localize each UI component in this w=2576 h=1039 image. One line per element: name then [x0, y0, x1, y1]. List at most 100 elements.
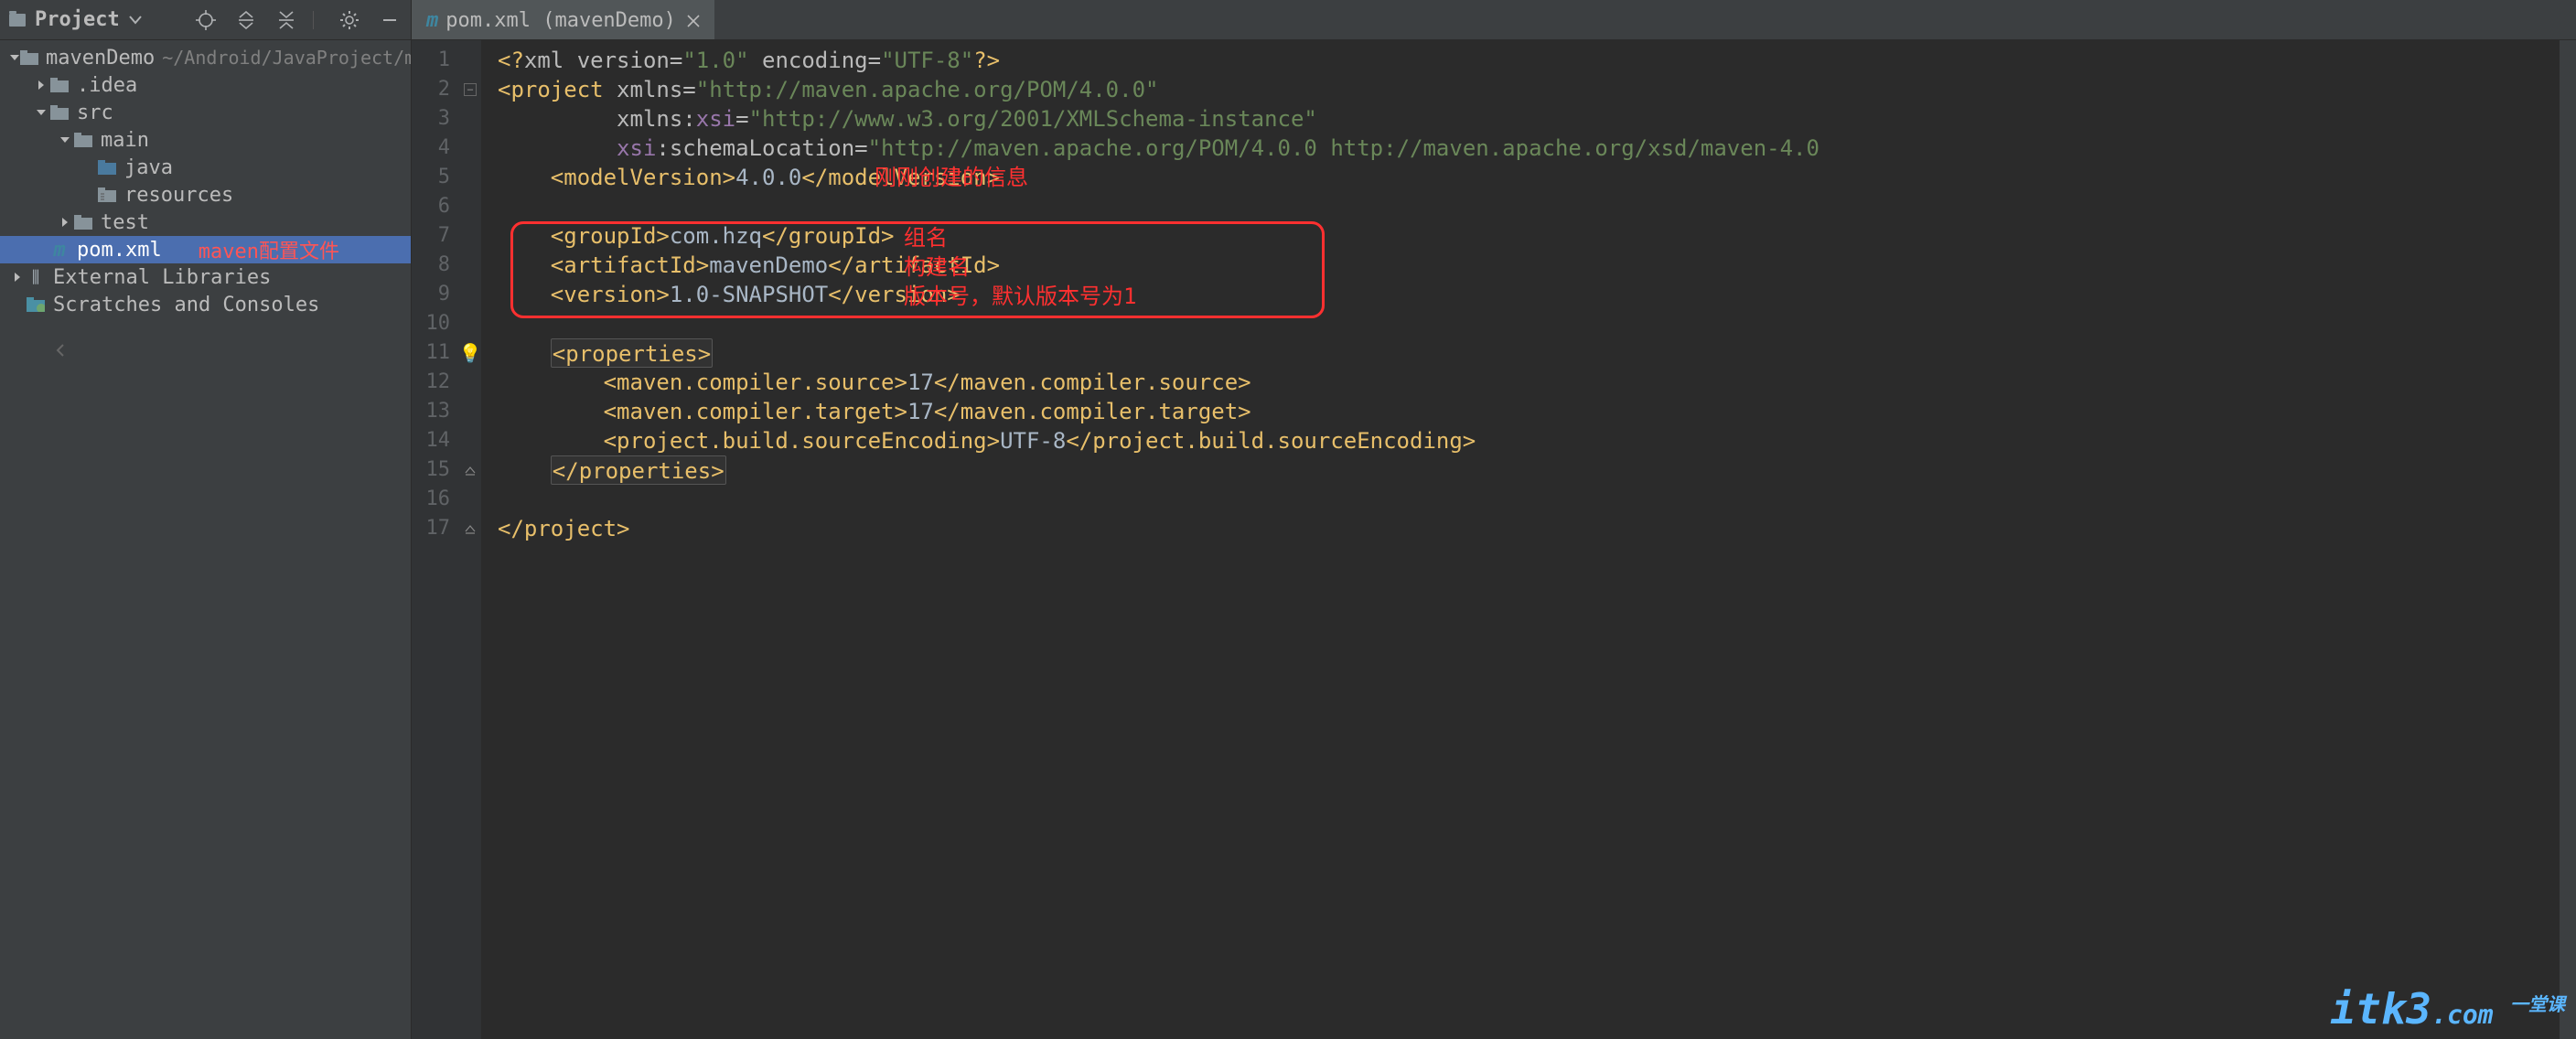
code-line[interactable]: <properties> — [498, 338, 2576, 368]
line-number: 7 — [412, 221, 450, 251]
code-line[interactable]: <artifactId>mavenDemo</artifactId> — [498, 251, 2576, 280]
code-line[interactable]: <project xmlns="http://maven.apache.org/… — [498, 75, 2576, 104]
fold-mark — [459, 280, 481, 309]
code-line[interactable] — [498, 485, 2576, 514]
tree-arrow-icon[interactable] — [33, 107, 49, 118]
folder-icon — [49, 75, 70, 95]
editor-scrollbar[interactable] — [2560, 40, 2576, 1039]
sidebar-title[interactable]: Project — [35, 8, 120, 31]
line-number: 8 — [412, 251, 450, 280]
project-sidebar: Project mavenDemo~/Android/JavaProject — [0, 0, 412, 1039]
collapse-all-icon[interactable] — [274, 8, 298, 32]
fold-mark — [459, 485, 481, 514]
locate-icon[interactable] — [194, 8, 218, 32]
code-editor[interactable]: 1234567891011121314151617 −💡 刚刚创建的信息 组名 … — [412, 40, 2576, 1039]
tree-item-mavendemo[interactable]: mavenDemo~/Android/JavaProject/mavenDem — [0, 44, 411, 71]
line-number: 12 — [412, 368, 450, 397]
tree-item-pom-xml[interactable]: m pom.xml maven配置文件 — [0, 236, 411, 263]
watermark: itk3.com 一堂课 — [2330, 984, 2565, 1034]
fold-mark[interactable]: − — [459, 75, 481, 104]
tree-item-label: .idea — [77, 74, 137, 97]
tab-pom-xml[interactable]: m pom.xml (mavenDemo) — [412, 0, 714, 39]
code-line[interactable]: <maven.compiler.target>17</maven.compile… — [498, 397, 2576, 426]
code-line[interactable]: <?xml version="1.0" encoding="UTF-8"?> — [498, 46, 2576, 75]
tree-item--idea[interactable]: .idea — [0, 71, 411, 99]
maven-file-icon: m — [426, 9, 438, 32]
fold-mark — [459, 426, 481, 455]
editor-area: m pom.xml (mavenDemo) 123456789101112131… — [412, 0, 2576, 1039]
tree-item-annotation: maven配置文件 — [199, 235, 339, 264]
line-number: 2 — [412, 75, 450, 104]
line-number: 1 — [412, 46, 450, 75]
line-number: 6 — [412, 192, 450, 221]
fold-mark[interactable] — [459, 514, 481, 543]
tree-item-src[interactable]: src — [0, 99, 411, 126]
tree-item-main[interactable]: main — [0, 126, 411, 154]
tree-item-test[interactable]: test — [0, 209, 411, 236]
fold-mark — [459, 397, 481, 426]
library-icon: ⫼ — [26, 267, 46, 287]
intention-bulb-icon[interactable]: 💡 — [459, 338, 481, 368]
folder-icon — [73, 130, 93, 150]
scratches-icon — [26, 295, 46, 315]
code-content[interactable]: 刚刚创建的信息 组名 构建名 版本号，默认版本号为1 <?xml version… — [481, 40, 2576, 1039]
code-line[interactable] — [498, 309, 2576, 338]
line-number: 4 — [412, 134, 450, 163]
code-line[interactable]: <maven.compiler.source>17</maven.compile… — [498, 368, 2576, 397]
tree-arrow-icon[interactable] — [9, 272, 26, 283]
maven-file-icon: m — [49, 240, 70, 260]
chevron-left-icon — [55, 344, 411, 357]
folder-icon — [49, 102, 70, 123]
tree-item-java[interactable]: java — [0, 154, 411, 181]
fold-mark — [459, 368, 481, 397]
fold-mark — [459, 221, 481, 251]
tree-item-label: test — [101, 211, 149, 234]
fold-mark[interactable] — [459, 455, 481, 485]
tree-item-label: src — [77, 102, 113, 124]
project-tree[interactable]: mavenDemo~/Android/JavaProject/mavenDem.… — [0, 40, 411, 1039]
close-tab-icon[interactable] — [687, 15, 700, 27]
tree-item-scratches-and-consoles[interactable]: Scratches and Consoles — [0, 291, 411, 318]
tree-arrow-icon[interactable] — [57, 217, 73, 228]
fold-mark — [459, 46, 481, 75]
tree-arrow-icon[interactable] — [33, 80, 49, 91]
tree-item-label: pom.xml — [77, 239, 162, 262]
tree-item-external-libraries[interactable]: ⫼ External Libraries — [0, 263, 411, 291]
code-line[interactable]: xmlns:xsi="http://www.w3.org/2001/XMLSch… — [498, 104, 2576, 134]
code-line[interactable]: xsi:schemaLocation="http://maven.apache.… — [498, 134, 2576, 163]
fold-mark — [459, 134, 481, 163]
fold-gutter[interactable]: −💡 — [459, 40, 481, 1039]
tree-item-resources[interactable]: resources — [0, 181, 411, 209]
code-line[interactable]: <modelVersion>4.0.0</modelVersion> — [498, 163, 2576, 192]
divider — [313, 11, 314, 29]
hide-icon[interactable] — [378, 8, 402, 32]
code-line[interactable]: <version>1.0-SNAPSHOT</version> — [498, 280, 2576, 309]
code-line[interactable]: <project.build.sourceEncoding>UTF-8</pro… — [498, 426, 2576, 455]
gear-icon[interactable] — [338, 8, 361, 32]
tree-arrow-icon[interactable] — [9, 52, 20, 63]
project-icon — [9, 14, 26, 27]
resources-folder-icon — [97, 185, 117, 205]
dropdown-icon[interactable] — [129, 16, 142, 25]
line-number: 5 — [412, 163, 450, 192]
line-number: 15 — [412, 455, 450, 485]
line-number: 17 — [412, 514, 450, 543]
tab-title: pom.xml (mavenDemo) — [445, 9, 676, 32]
line-number: 9 — [412, 280, 450, 309]
code-line[interactable]: </properties> — [498, 455, 2576, 485]
sidebar-header: Project — [0, 0, 411, 40]
fold-mark — [459, 163, 481, 192]
line-number-gutter: 1234567891011121314151617 — [412, 40, 459, 1039]
code-line[interactable]: <groupId>com.hzq</groupId> — [498, 221, 2576, 251]
tree-item-label: External Libraries — [53, 266, 271, 289]
tree-arrow-icon[interactable] — [57, 134, 73, 145]
line-number: 11 — [412, 338, 450, 368]
line-number: 16 — [412, 485, 450, 514]
line-number: 10 — [412, 309, 450, 338]
code-line[interactable]: </project> — [498, 514, 2576, 543]
fold-mark — [459, 104, 481, 134]
line-number: 3 — [412, 104, 450, 134]
code-line[interactable] — [498, 192, 2576, 221]
expand-all-icon[interactable] — [234, 8, 258, 32]
editor-tabs: m pom.xml (mavenDemo) — [412, 0, 2576, 40]
